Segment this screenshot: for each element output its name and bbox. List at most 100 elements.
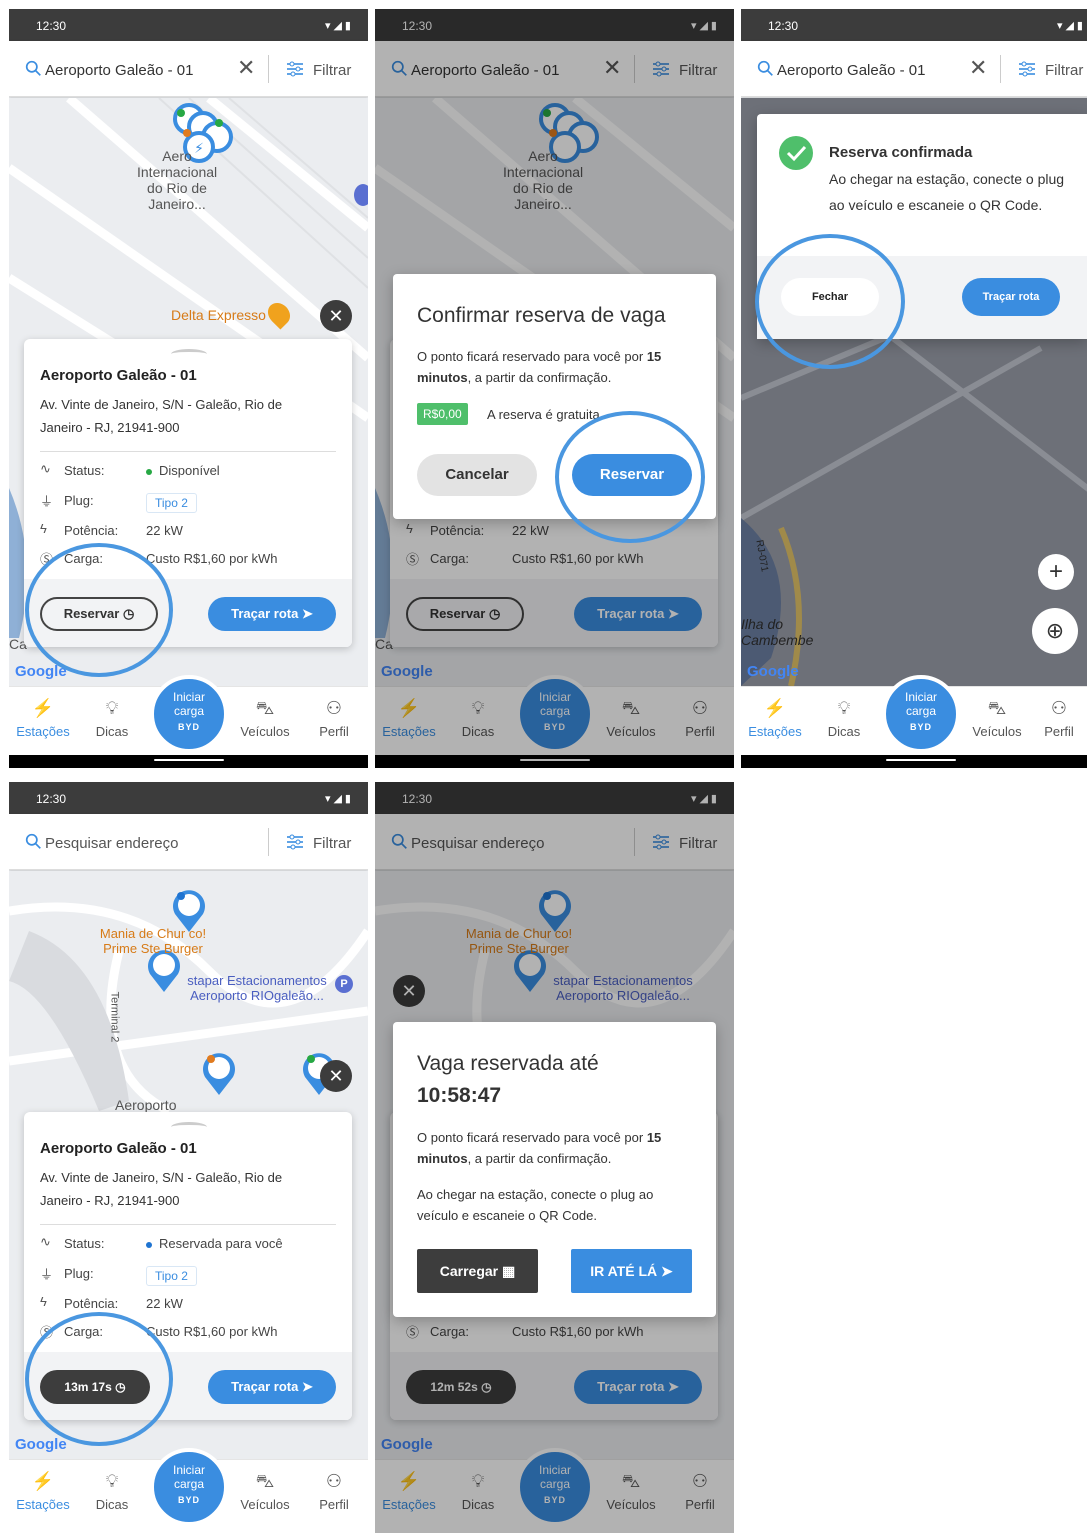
- lightbulb-icon: 💡︎: [105, 1471, 119, 1491]
- byd-logo: BYD: [177, 722, 200, 732]
- nav-vehicles[interactable]: ⛍ Veículos: [967, 697, 1027, 739]
- reserved-title: Vaga reservada até: [417, 1052, 599, 1075]
- map-label-delta: Delta Expresso: [171, 307, 266, 323]
- status-value: Disponível: [159, 463, 220, 478]
- reserved-text-post: , a partir da confirmação.: [467, 1151, 612, 1166]
- reserved-text: O ponto ficará reservado para você por 1…: [417, 1127, 689, 1169]
- map-label-estapar-l1: stapar Estacionamentos: [187, 973, 327, 988]
- close-card-button[interactable]: ✕: [320, 1060, 352, 1092]
- go-there-label: IR ATÉ LÁ: [590, 1263, 658, 1279]
- search-input[interactable]: Aeroporto Galeão - 01: [777, 62, 925, 79]
- search-icon: [25, 833, 41, 849]
- search-bar: Aeroporto Galeão - 01 ✕ Filtrar: [741, 41, 1087, 97]
- nav-tips[interactable]: 💡︎ Dicas: [814, 697, 874, 739]
- filter-button[interactable]: Filtrar: [313, 62, 351, 79]
- route-label: Traçar rota: [231, 1379, 299, 1394]
- power-value: 22 kW: [146, 523, 183, 538]
- nav-profile-label: Perfil: [1044, 724, 1074, 739]
- start-charge-l2: carga: [905, 704, 937, 718]
- nav-profile-label: Perfil: [319, 724, 349, 739]
- station-address: Av. Vinte de Janeiro, S/N - Galeão, Rio …: [40, 1170, 283, 1208]
- start-charge-button[interactable]: Iniciar carga BYD: [150, 675, 228, 753]
- bolt-pin-icon: ⚡: [763, 698, 787, 718]
- drag-handle[interactable]: [171, 349, 207, 359]
- divider: [40, 451, 336, 452]
- charger-pin-icon[interactable]: [199, 1049, 239, 1102]
- cancel-button[interactable]: Cancelar: [417, 454, 537, 496]
- nav-tips[interactable]: 💡︎ Dicas: [82, 697, 142, 739]
- clear-icon[interactable]: ✕: [237, 56, 255, 80]
- map-label-mania-l1: Mania de Chur co!: [99, 926, 207, 941]
- filter-icon[interactable]: [286, 60, 304, 78]
- nav-vehicles-label: Veículos: [240, 724, 290, 739]
- divider: [40, 1224, 336, 1225]
- map-label-airport-l4: Janeiro...: [148, 196, 206, 212]
- dialog-text-post: , a partir da confirmação.: [467, 370, 612, 385]
- start-charge-button[interactable]: Iniciar carga BYD: [150, 1448, 228, 1526]
- station-address: Av. Vinte de Janeiro, S/N - Galeão, Rio …: [40, 397, 283, 435]
- nav-profile[interactable]: ⚇ Perfil: [304, 697, 364, 739]
- bottom-nav: ⚡ Estações 💡︎ Dicas Iniciar carga BYD ⛍ Veícu…: [9, 1448, 368, 1533]
- zoom-in-button[interactable]: +: [1038, 554, 1074, 590]
- reserved-text-pre: O ponto ficará reservado para você por: [417, 1130, 644, 1145]
- bolt-pin-icon: ⚡: [31, 1471, 55, 1491]
- home-indicator: [9, 755, 368, 768]
- person-icon: ⚇: [1050, 698, 1068, 718]
- charge-button[interactable]: Carregar ▦: [417, 1249, 538, 1293]
- screen-spot-reserved: 12:30 ▾◢▮ Pesquisar endereço Filtrar Mani…: [375, 782, 734, 1533]
- nav-vehicles-label: Veículos: [240, 1497, 290, 1512]
- close-card-button[interactable]: ✕: [320, 300, 352, 332]
- locate-me-icon[interactable]: ⊕: [1032, 608, 1078, 654]
- status-bar: 12:30 ▾◢▮: [741, 9, 1087, 41]
- car-icon: ⛍: [255, 698, 275, 718]
- filter-button[interactable]: Filtrar: [1045, 62, 1083, 79]
- power-label: Potência:: [64, 523, 119, 538]
- price-note: A reserva é gratuita: [487, 407, 600, 422]
- map-label-mania: Mania de Chur co! Prime Ste Burger: [83, 926, 223, 956]
- charge-value: Custo R$1,60 por kWh: [146, 1324, 278, 1339]
- parking-pin-icon: P: [335, 975, 353, 993]
- nav-tips[interactable]: 💡︎ Dicas: [82, 1470, 142, 1512]
- reserved-text-2: Ao chegar na estação, conecte o plug ao …: [417, 1187, 654, 1223]
- route-button[interactable]: Traçar rota ➤: [208, 597, 336, 631]
- nav-profile[interactable]: ⚇ Perfil: [1031, 697, 1087, 739]
- filter-button[interactable]: Filtrar: [313, 835, 351, 852]
- clear-icon[interactable]: ✕: [969, 56, 987, 80]
- nav-profile-label: Perfil: [319, 1497, 349, 1512]
- status-time: 12:30: [36, 792, 67, 806]
- start-charge-l2: carga: [173, 704, 205, 718]
- route-button[interactable]: Traçar rota: [962, 278, 1060, 316]
- filter-icon[interactable]: [286, 833, 304, 851]
- start-charge-button[interactable]: Iniciar carga BYD: [882, 675, 960, 753]
- power-label: Potência:: [64, 1296, 119, 1311]
- nav-vehicles[interactable]: ⛍ Veículos: [235, 1470, 295, 1512]
- divider: [268, 828, 269, 856]
- map-label-aeroporto: Aeroporto: [115, 1097, 177, 1113]
- nav-stations[interactable]: ⚡ Estações: [745, 697, 805, 739]
- filter-icon[interactable]: [1018, 60, 1036, 78]
- highlight-circle: [555, 411, 705, 543]
- screen-station-reserved: 12:30 ▾◢▮ Pesquisar endereço Filtrar Mani…: [9, 782, 368, 1533]
- nav-tips-label: Dicas: [95, 1497, 129, 1512]
- search-input[interactable]: Pesquisar endereço: [45, 835, 178, 852]
- nav-stations[interactable]: ⚡ Estações: [13, 697, 73, 739]
- route-button[interactable]: Traçar rota ➤: [208, 1370, 336, 1404]
- go-there-button[interactable]: IR ATÉ LÁ ➤: [571, 1249, 692, 1293]
- google-logo: Google: [747, 663, 799, 680]
- car-icon: ⛍: [255, 1471, 275, 1491]
- reserved-time: 10:58:47: [417, 1084, 502, 1107]
- person-icon: ⚇: [325, 1471, 343, 1491]
- nav-profile[interactable]: ⚇ Perfil: [304, 1470, 364, 1512]
- nav-stations-label: Estações: [748, 724, 802, 739]
- nav-tips-label: Dicas: [95, 724, 129, 739]
- nav-stations[interactable]: ⚡ Estações: [13, 1470, 73, 1512]
- person-icon: ⚇: [325, 698, 343, 718]
- status-time: 12:30: [36, 19, 67, 33]
- search-icon: [25, 60, 41, 76]
- nav-vehicles[interactable]: ⛍ Veículos: [235, 697, 295, 739]
- dialog-title: Confirmar reserva de vaga: [417, 304, 666, 327]
- highlight-circle: [755, 234, 905, 369]
- search-input[interactable]: Aeroporto Galeão - 01: [45, 62, 193, 79]
- map-label-airport: Aero Internacional do Rio de Janeiro...: [137, 148, 217, 212]
- drag-handle[interactable]: [171, 1122, 207, 1132]
